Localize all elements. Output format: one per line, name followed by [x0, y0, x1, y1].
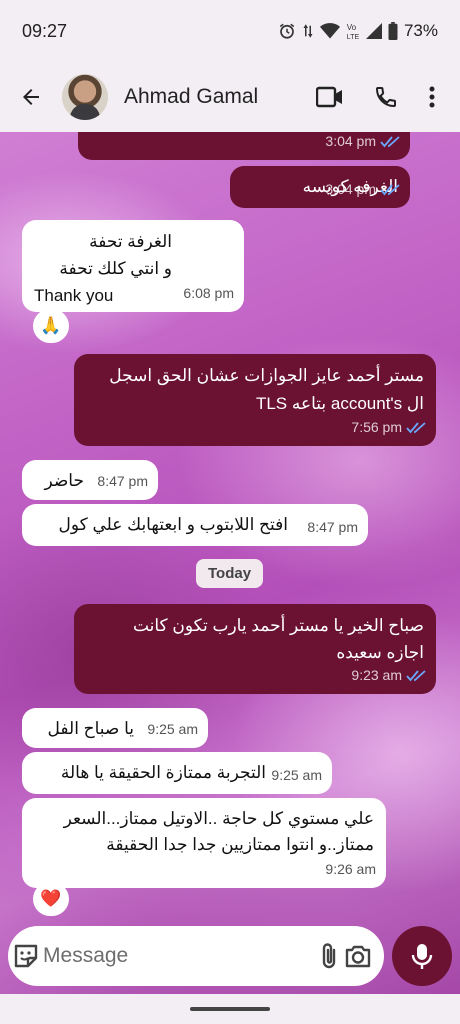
message-text: علي مستوي كل حاجة ..الاوتيل ممتاز...السع… [34, 806, 374, 858]
message-bubble-outgoing[interactable]: مستر أحمد عايز الجوازات عشان الحق اسجل ا… [74, 354, 436, 446]
read-ticks-icon [380, 135, 400, 147]
home-gesture-handle[interactable] [190, 1007, 270, 1011]
message-line: مستر أحمد عايز الجوازات عشان الحق اسجل [109, 366, 424, 385]
message-line: اجازه سعيده [336, 643, 424, 662]
more-options-button[interactable] [414, 69, 450, 125]
message-text: التجربة ممتازة الحقيقة يا هالة [60, 763, 266, 782]
message-time: 8:47 pm [307, 519, 358, 535]
message-time: 6:08 pm [183, 285, 234, 301]
message-meta: 9:23 am [351, 663, 426, 688]
voice-message-button[interactable] [392, 926, 452, 986]
message-time: 9:26 am [325, 861, 376, 877]
reaction-badge[interactable]: 🙏 [33, 309, 69, 343]
message-composer [8, 926, 384, 986]
message-bubble-incoming[interactable]: علي مستوي كل حاجة ..الاوتيل ممتاز...السع… [22, 798, 386, 888]
volte-icon: Vo LTE [346, 22, 360, 40]
message-bubble-incoming[interactable]: افتح اللابتوب و ابعتهابك علي كول 8:47 pm [22, 504, 368, 546]
message-text: افتح اللابتوب و ابعتهابك علي كول [58, 515, 289, 534]
attach-icon [322, 943, 335, 969]
back-button[interactable] [0, 62, 62, 132]
message-text: صباح الخير يا مستر أحمد يارب تكون كانت ا… [86, 612, 424, 666]
mic-icon [411, 944, 433, 969]
message-bubble-incoming[interactable]: يا صباح الفل 9:25 am [22, 708, 208, 748]
message-text: يا صباح الفل [47, 719, 134, 738]
message-time: 9:23 am [351, 667, 402, 683]
message-time: 9:25 am [147, 721, 198, 737]
message-time: 8:47 pm [97, 473, 148, 489]
sticker-icon [14, 944, 37, 968]
signal-icon [365, 23, 382, 39]
camera-button[interactable] [343, 943, 372, 969]
read-ticks-icon [406, 421, 426, 433]
message-bubble-incoming[interactable]: التجربة ممتازة الحقيقة يا هالة 9:25 am [22, 752, 332, 794]
message-line: و انتي كلك تحفة [59, 259, 172, 278]
message-line: الغرفة تحفة [89, 232, 172, 251]
message-time: 3:04 pm [325, 133, 376, 149]
status-time: 09:27 [22, 20, 68, 41]
alarm-icon [278, 22, 296, 40]
wifi-icon [319, 22, 340, 40]
more-vert-icon [429, 86, 435, 108]
message-bubble-incoming[interactable]: الغرفة تحفة و انتي كلك تحفة Thank you 6:… [22, 220, 244, 312]
battery-percent: 73% [403, 21, 438, 40]
date-divider: Today [196, 559, 264, 588]
read-ticks-icon [406, 669, 426, 681]
message-bubble-incoming[interactable]: حاضر 8:47 pm [22, 460, 158, 500]
reaction-badge[interactable]: ❤️ [33, 882, 69, 916]
message-text: حاضر [44, 471, 84, 490]
message-time: 9:25 am [271, 767, 322, 783]
chat-header: Ahmad Gamal [0, 62, 460, 132]
camera-icon [345, 945, 370, 968]
contact-name[interactable]: Ahmad Gamal [124, 85, 302, 109]
message-line: علي مستوي كل حاجة ..الاوتيل ممتاز...السع… [63, 809, 374, 828]
message-input[interactable] [43, 944, 315, 968]
message-bubble-outgoing[interactable]: 3:04 pm [78, 132, 410, 160]
video-call-button[interactable] [302, 69, 358, 125]
header-actions [302, 69, 450, 125]
video-call-icon [316, 86, 342, 108]
message-time: 7:56 pm [351, 419, 402, 435]
status-bar: 09:27 Vo LTE 73% [0, 0, 460, 62]
chat-area[interactable]: 3:04 pm الغرفه كويسه 3:04 pm الغرفة تحفة… [0, 132, 460, 1000]
message-bubble-outgoing[interactable]: الغرفه كويسه 3:04 pm [230, 166, 410, 208]
message-time: 3:04 pm [325, 181, 376, 197]
svg-text:Vo: Vo [347, 23, 357, 32]
message-line: ممتاز..و انتوا ممتازيين جدا جدا الحقيقة [106, 835, 374, 854]
status-icons: Vo LTE 73% [278, 21, 438, 41]
voice-call-button[interactable] [358, 69, 414, 125]
avatar[interactable] [62, 74, 108, 120]
back-arrow-icon [23, 89, 39, 105]
message-meta: 3:04 pm [325, 177, 400, 202]
battery-icon [388, 22, 398, 40]
message-meta: 7:56 pm [351, 415, 426, 440]
svg-text:LTE: LTE [347, 32, 360, 40]
message-line: صباح الخير يا مستر أحمد يارب تكون كانت [132, 616, 424, 635]
message-meta: 3:04 pm [325, 132, 400, 154]
message-text: مستر أحمد عايز الجوازات عشان الحق اسجل ا… [86, 362, 424, 418]
message-line: ال account's بتاعه TLS [255, 394, 424, 413]
phone-icon [375, 87, 396, 108]
sticker-button[interactable] [8, 942, 43, 970]
read-ticks-icon [380, 183, 400, 195]
attach-button[interactable] [314, 942, 343, 970]
message-bubble-outgoing[interactable]: صباح الخير يا مستر أحمد يارب تكون كانت ا… [74, 604, 436, 694]
data-arrows-icon [302, 22, 314, 40]
